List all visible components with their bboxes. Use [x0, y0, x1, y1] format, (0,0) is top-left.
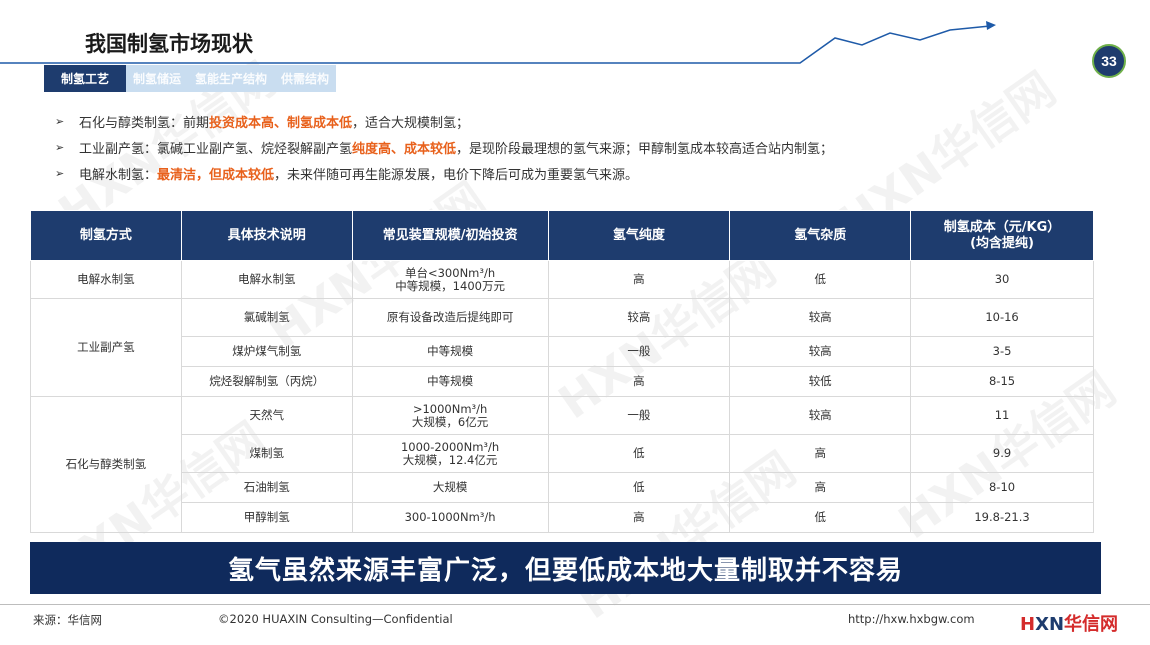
header-method: 制氢方式 [30, 210, 182, 261]
header-purity: 氢气纯度 [547, 210, 731, 261]
bullet-item: ➢ 工业副产氢：氯碱工业副产氢、烷烃裂解副产氢 纯度高、成本较低 ，是现阶段最理想的… [55, 140, 834, 157]
scale-cell: >1000Nm³/h 大规模，6亿元 [351, 396, 549, 435]
impurity-cell: 较高 [729, 298, 912, 337]
scale-cell: 300-1000Nm³/h [351, 502, 549, 533]
cost-cell: 8-15 [910, 366, 1094, 397]
purity-cell: 高 [547, 502, 731, 533]
bullet-item: ➢ 电解水制氢： 最清洁，但成本较低 ，未来伴随可再生能源发展，电价下降后可成为重要… [55, 166, 639, 183]
tab-production-structure[interactable]: 氢能生产结构 [188, 65, 275, 92]
cost-cell: 10-16 [910, 298, 1094, 337]
page-number-badge: 33 [1092, 44, 1126, 78]
cost-cell: 19.8-21.3 [910, 502, 1094, 533]
method-cell: 石化与醇类制氢 [30, 396, 182, 533]
purity-cell: 低 [547, 472, 731, 503]
impurity-cell: 较高 [729, 336, 912, 367]
impurity-cell: 低 [729, 260, 912, 299]
header-scale: 常见装置规模/初始投资 [351, 210, 549, 261]
page-title: 我国制氢市场现状 [85, 32, 253, 56]
tech-cell: 氯碱制氢 [180, 298, 353, 337]
purity-cell: 一般 [547, 336, 731, 367]
method-cell: 电解水制氢 [30, 260, 182, 299]
footer-divider [0, 604, 1150, 605]
impurity-cell: 高 [729, 472, 912, 503]
cost-cell: 3-5 [910, 336, 1094, 367]
purity-cell: 高 [547, 260, 731, 299]
tab-supply-demand[interactable]: 供需结构 [274, 65, 337, 92]
arrow-bullet-icon: ➢ [55, 114, 65, 128]
table-row: 石化与醇类制氢 天然气 >1000Nm³/h 大规模，6亿元 一般 较高 11 [30, 396, 1094, 533]
scale-cell: 原有设备改造后提纯即可 [351, 298, 549, 337]
scale-cell: 中等规模 [351, 366, 549, 397]
cost-cell: 8-10 [910, 472, 1094, 503]
cost-cell: 11 [910, 396, 1094, 435]
purity-cell: 低 [547, 434, 731, 473]
tab-hydrogen-storage[interactable]: 制氢储运 [126, 65, 189, 92]
impurity-cell: 高 [729, 434, 912, 473]
impurity-cell: 较低 [729, 366, 912, 397]
hxn-logo: HXN华信网 [1020, 614, 1119, 635]
bullet-list: ➢ 石化与醇类制氢：前期 投资成本高、制氢成本低 ，适合大规模制氢； ➢ 工业副产氢… [55, 108, 833, 186]
impurity-cell: 低 [729, 502, 912, 533]
tech-cell: 天然气 [180, 396, 353, 435]
bullet-item: ➢ 石化与醇类制氢：前期 投资成本高、制氢成本低 ，适合大规模制氢； [55, 114, 470, 131]
method-cell: 工业副产氢 [30, 298, 182, 397]
table-row: 烷烃裂解制氢（丙烷） 中等规模 高 较低 8-15 [31, 366, 1094, 397]
tech-cell: 煤炉煤气制氢 [180, 336, 353, 367]
header-cost: 制氢成本（元/KG） (均含提纯) [910, 210, 1094, 261]
purity-cell: 较高 [547, 298, 731, 337]
arrow-bullet-icon: ➢ [55, 166, 65, 180]
footer-source: 来源：华信网 [33, 613, 102, 627]
tech-cell: 电解水制氢 [180, 260, 353, 299]
table-row: 工业副产氢 氯碱制氢 原有设备改造后提纯即可 较高 较高 10-16 [30, 298, 1094, 397]
cost-cell: 9.9 [910, 434, 1094, 473]
impurity-cell: 较高 [729, 396, 912, 435]
cost-cell: 30 [910, 260, 1094, 299]
purity-cell: 高 [547, 366, 731, 397]
scale-cell: 中等规模 [351, 336, 549, 367]
table-row: 电解水制氢 电解水制氢 单台<300Nm³/h 中等规模，1400万元 高 低 3… [30, 260, 1094, 299]
table-row: 石油制氢 大规模 低 高 8-10 [31, 472, 1094, 503]
tech-cell: 煤制氢 [180, 434, 353, 473]
hydrogen-production-table: 制氢方式 具体技术说明 常见装置规模/初始投资 氢气纯度 氢气杂质 制氢成本（元… [30, 210, 1094, 533]
table-header-row: 制氢方式 具体技术说明 常见装置规模/初始投资 氢气纯度 氢气杂质 制氢成本（元… [30, 210, 1094, 261]
tech-cell: 石油制氢 [180, 472, 353, 503]
table-row: 煤炉煤气制氢 中等规模 一般 较高 3-5 [31, 336, 1094, 367]
header-tech: 具体技术说明 [180, 210, 353, 261]
tech-cell: 烷烃裂解制氢（丙烷） [180, 366, 353, 397]
scale-cell: 1000-2000Nm³/h 大规模，12.4亿元 [351, 434, 549, 473]
header-impurity: 氢气杂质 [729, 210, 912, 261]
table-row: 甲醇制氢 300-1000Nm³/h 高 低 19.8-21.3 [31, 502, 1094, 533]
scale-cell: 单台<300Nm³/h 中等规模，1400万元 [351, 260, 549, 299]
tab-hydrogen-process[interactable]: 制氢工艺 [44, 65, 126, 92]
scale-cell: 大规模 [351, 472, 549, 503]
table-row: 煤制氢 1000-2000Nm³/h 大规模，12.4亿元 低 高 9.9 [31, 434, 1094, 473]
tech-cell: 甲醇制氢 [180, 502, 353, 533]
section-tabs: 制氢工艺 制氢储运 氢能生产结构 供需结构 [44, 65, 337, 92]
footer-url[interactable]: http://hxw.hxbgw.com [848, 612, 975, 626]
conclusion-banner: 氢气虽然来源丰富广泛，但要低成本地大量制取并不容易 [30, 542, 1101, 594]
arrow-bullet-icon: ➢ [55, 140, 65, 154]
purity-cell: 一般 [547, 396, 731, 435]
footer-copyright: ©2020 HUAXIN Consulting—Confidential [218, 612, 453, 626]
